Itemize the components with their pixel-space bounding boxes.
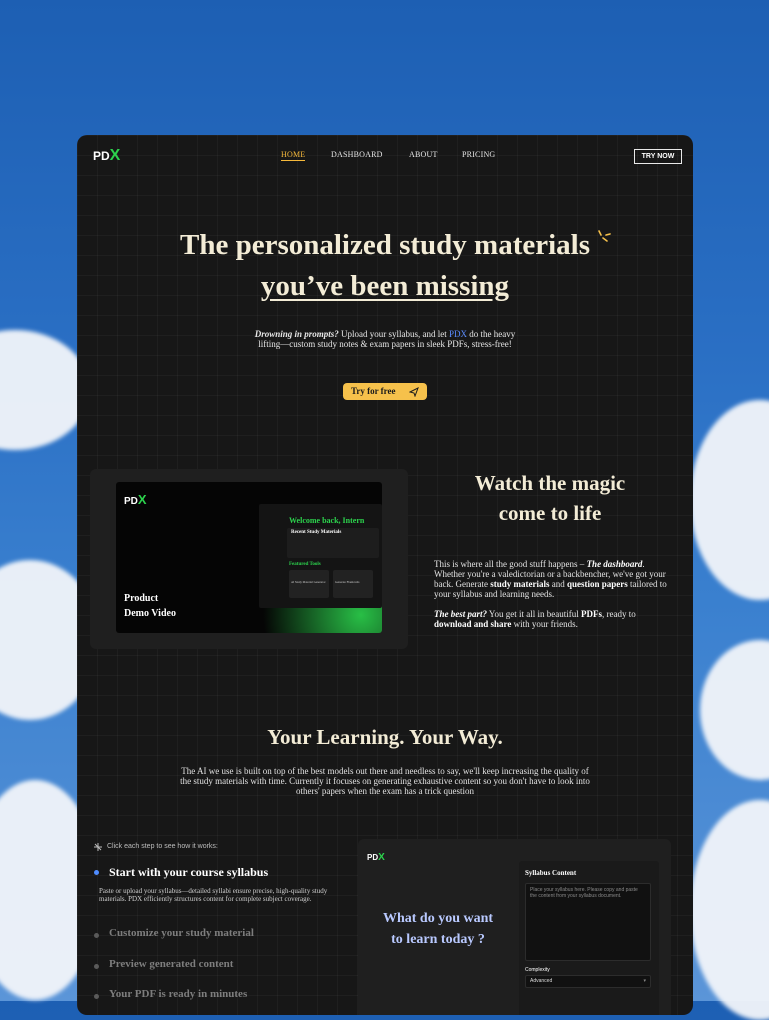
hero-sub-1: Upload your syllabus, and let	[338, 329, 449, 339]
preview-tool-1: AI Study Material Generator	[289, 570, 329, 598]
step-4-title[interactable]: Your PDF is ready in minutes	[109, 988, 247, 1000]
send-icon	[409, 387, 419, 397]
complexity-label: Complexity	[525, 967, 550, 973]
preview-featured: Featured Tools	[289, 562, 321, 567]
panel-logo: PDX	[367, 852, 385, 863]
preview-tool-2: Generate Flashcards	[333, 570, 373, 598]
preview-welcome: Welcome back, Intern	[289, 516, 365, 525]
panel-logo-text: PD	[367, 853, 379, 862]
step-1-dot	[94, 870, 99, 875]
demo-title-line2: come to life	[498, 501, 602, 525]
nav-dashboard[interactable]: DASHBOARD	[331, 150, 383, 159]
demo-title-line1: Watch the magic	[474, 471, 626, 495]
step-2-title[interactable]: Customize your study material	[109, 927, 254, 939]
text-frag: with your friends.	[511, 619, 578, 629]
hero-subtitle: Drowning in prompts? Upload your syllabu…	[247, 329, 523, 349]
nav-home[interactable]: HOME	[281, 150, 306, 161]
text-frag: and	[549, 579, 567, 589]
learning-body: The AI we use is built on top of the bes…	[180, 766, 590, 796]
try-for-free-label: Try for free	[351, 386, 396, 396]
demo-paragraph-2: The best part? You get it all in beautif…	[434, 609, 670, 629]
nav-pricing[interactable]: PRICING	[462, 150, 495, 159]
text-frag: download and share	[434, 619, 512, 629]
text-frag: study materials	[490, 579, 550, 589]
panel-question-line2: to learn today ?	[391, 932, 485, 947]
video-label: Product Demo Video	[124, 591, 176, 621]
try-now-button[interactable]: TRY NOW	[634, 149, 682, 164]
chevron-down-icon: ▾	[643, 979, 646, 984]
video-label-line1: Product	[124, 593, 159, 604]
preview-tool-1-label: AI Study Material Generator	[291, 580, 326, 584]
text-frag: You get it all in beautiful	[487, 609, 581, 619]
step-4-dot	[94, 994, 99, 999]
syllabus-placeholder: Place your syllabus here. Please copy an…	[530, 887, 638, 899]
logo[interactable]: PDX	[93, 147, 120, 165]
text-frag: The dashboard	[586, 559, 643, 569]
hero-sub-pdx: PDX	[449, 329, 468, 339]
text-frag: The best part?	[434, 609, 487, 619]
video-logo-text: PD	[124, 496, 138, 507]
step-preview-panel: PDX What do you want to learn today ? Sy…	[358, 839, 671, 1015]
sparkle-icon	[598, 230, 611, 242]
panel-question-line1: What do you want	[382, 911, 494, 926]
landing-page: PDX HOME DASHBOARD ABOUT PRICING TRY NOW…	[77, 135, 693, 1015]
steps-hint: Click each step to see how it works:	[107, 843, 218, 850]
text-frag: PDFs	[581, 609, 602, 619]
demo-title: Watch the magic come to life	[434, 468, 666, 528]
syllabus-label: Syllabus Content	[525, 869, 577, 877]
step-2-dot	[94, 933, 99, 938]
video-label-line2: Demo Video	[124, 608, 176, 619]
demo-video-card[interactable]: PDX Product Demo Video Welcome back, Int…	[90, 469, 408, 649]
complexity-select[interactable]: Advanced ▾	[525, 975, 651, 988]
logo-text: PD	[93, 149, 110, 163]
hero-title-line2: you’ve been missing	[260, 270, 510, 302]
try-for-free-button[interactable]: Try for free	[343, 383, 427, 400]
text-frag: question papers	[566, 579, 628, 589]
text-frag: , ready to	[602, 609, 636, 619]
syllabus-textarea[interactable]: Place your syllabus here. Please copy an…	[525, 883, 651, 961]
nav-about[interactable]: ABOUT	[409, 150, 438, 159]
logo-x: X	[109, 147, 121, 164]
learning-title: Your Learning. Your Way.	[267, 725, 503, 749]
video-logo-x: X	[137, 492, 147, 507]
panel-logo-x: X	[378, 852, 385, 863]
hero-sub-lead: Drowning in prompts?	[254, 329, 339, 339]
step-1-desc: Paste or upload your syllabus—detailed s…	[99, 887, 328, 903]
preview-recent-title: Recent Study Materials	[291, 530, 342, 535]
sparkle-hint-icon	[94, 843, 102, 851]
preview-recent-box: Recent Study Materials	[287, 528, 379, 558]
step-3-dot	[94, 964, 99, 969]
step-3-title[interactable]: Preview generated content	[109, 958, 233, 970]
demo-paragraph-1: This is where all the good stuff happens…	[434, 559, 670, 599]
demo-video[interactable]: PDX Product Demo Video Welcome back, Int…	[116, 482, 382, 633]
preview-tool-2-label: Generate Flashcards	[335, 580, 360, 584]
text-frag: This is where all the good stuff happens…	[434, 559, 587, 569]
step-1-title[interactable]: Start with your course syllabus	[109, 865, 268, 880]
dashboard-preview: Welcome back, Intern Recent Study Materi…	[259, 504, 382, 608]
syllabus-form: Syllabus Content Place your syllabus her…	[519, 861, 659, 1015]
complexity-value: Advanced	[530, 978, 553, 984]
panel-question: What do you want to learn today ?	[368, 908, 508, 950]
video-logo: PDX	[124, 492, 147, 507]
